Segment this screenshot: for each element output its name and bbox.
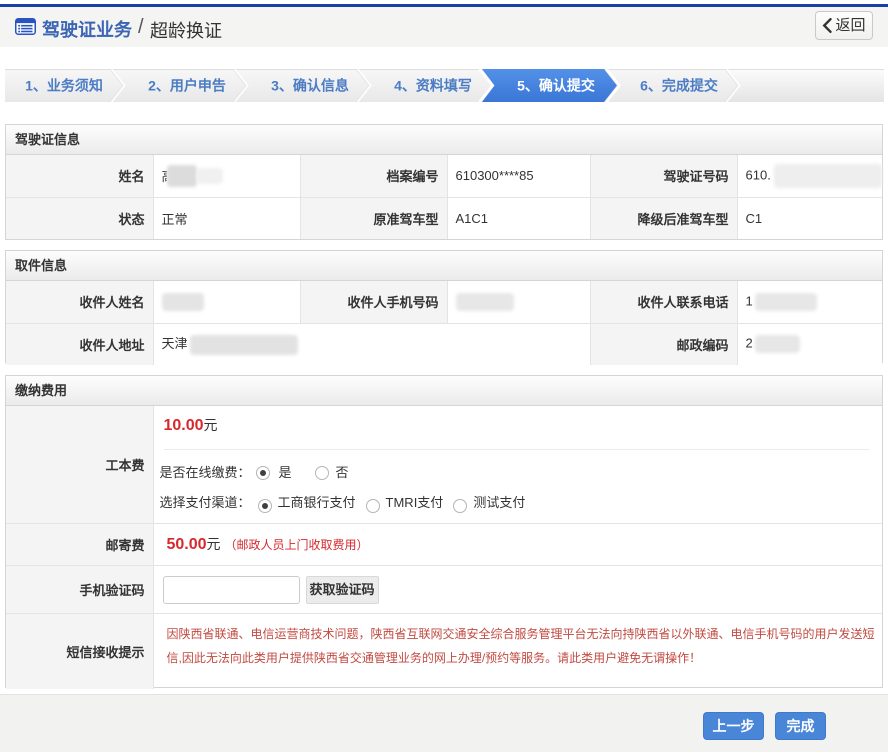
svg-text:3、确认信息: 3、确认信息 [271, 78, 349, 94]
svg-text:5、确认提交: 5、确认提交 [517, 78, 595, 94]
svg-text:1、业务须知: 1、业务须知 [25, 78, 103, 94]
svg-text:6、完成提交: 6、完成提交 [640, 78, 718, 94]
svg-text:4、资料填写: 4、资料填写 [394, 78, 472, 94]
svg-text:2、用户申告: 2、用户申告 [148, 78, 226, 94]
